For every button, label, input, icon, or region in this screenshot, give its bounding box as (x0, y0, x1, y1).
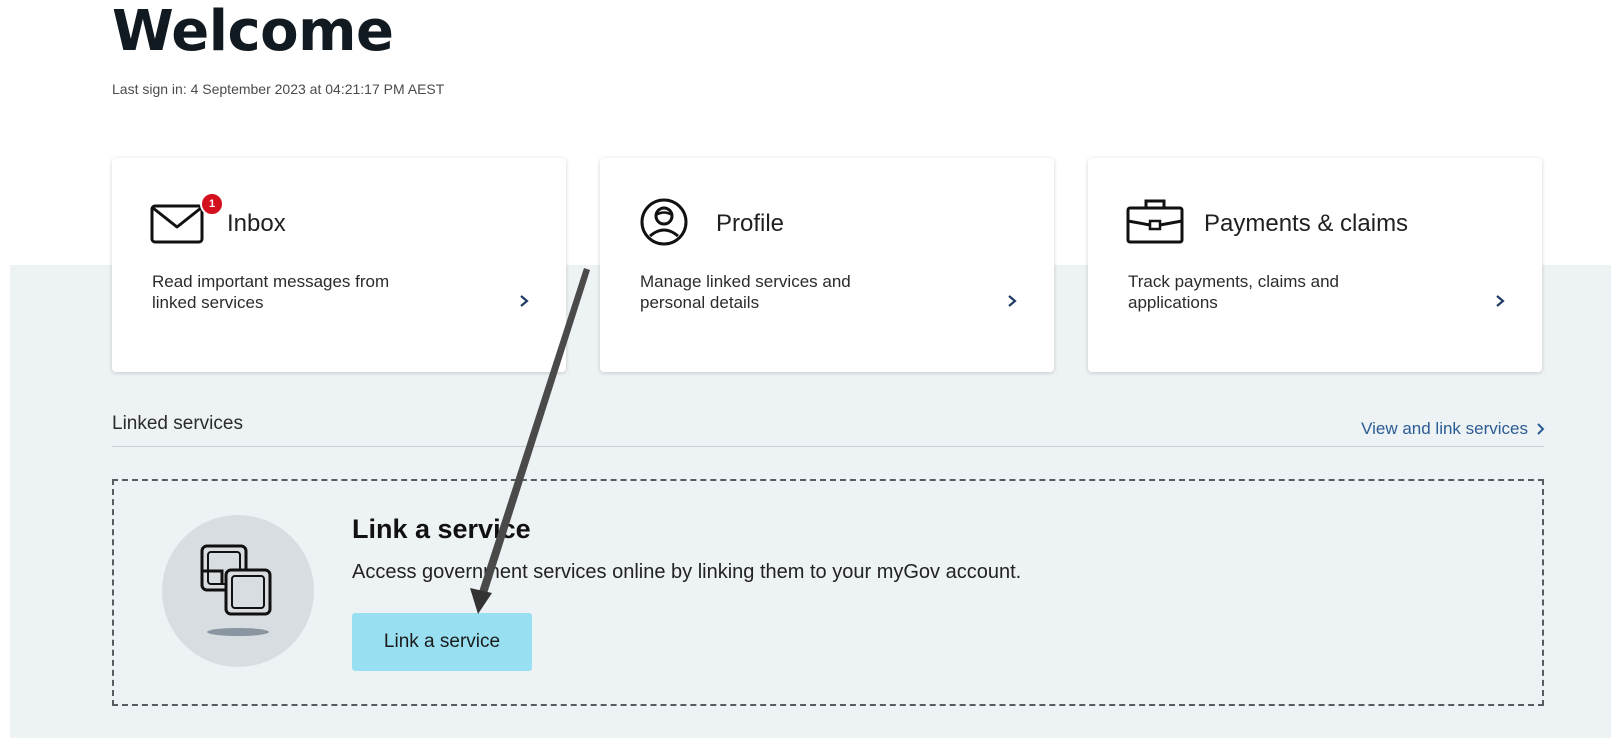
chevron-right-icon (1496, 295, 1505, 307)
card-title: Profile (716, 210, 785, 237)
briefcase-icon (1126, 199, 1184, 244)
view-link-label: View and link services (1361, 419, 1528, 438)
last-sign-in-text: Last sign in: 4 September 2023 at 04:21:… (112, 81, 445, 97)
card-description: Track payments, claims and applications (1128, 272, 1339, 312)
linked-services-heading: Linked services (112, 413, 243, 434)
link-service-title: Link a service (352, 514, 531, 544)
link-service-illustration (162, 515, 314, 667)
chevron-right-icon (520, 295, 529, 307)
inbox-card[interactable]: 1 Inbox Read important messages from lin… (112, 158, 566, 372)
chevron-right-icon (1537, 423, 1545, 435)
link-service-description: Access government services online by lin… (352, 561, 1022, 583)
page-title: Welcome (112, 0, 394, 64)
link-service-panel: Link a service Access government service… (112, 479, 1544, 706)
link-chain-icon (200, 544, 272, 636)
unread-count-badge: 1 (200, 192, 224, 216)
section-divider (112, 446, 1544, 447)
link-a-service-button[interactable]: Link a service (352, 613, 532, 671)
profile-card[interactable]: Profile Manage linked services and perso… (600, 158, 1054, 372)
card-description: Read important messages from linked serv… (152, 272, 390, 312)
view-and-link-services-link[interactable]: View and link services (1361, 419, 1545, 439)
card-description: Manage linked services and personal deta… (640, 272, 851, 312)
profile-icon (640, 198, 688, 246)
payments-claims-card[interactable]: Payments & claims Track payments, claims… (1088, 158, 1542, 372)
card-title: Payments & claims (1204, 210, 1409, 237)
card-title: Inbox (227, 210, 286, 237)
chevron-right-icon (1008, 295, 1017, 307)
